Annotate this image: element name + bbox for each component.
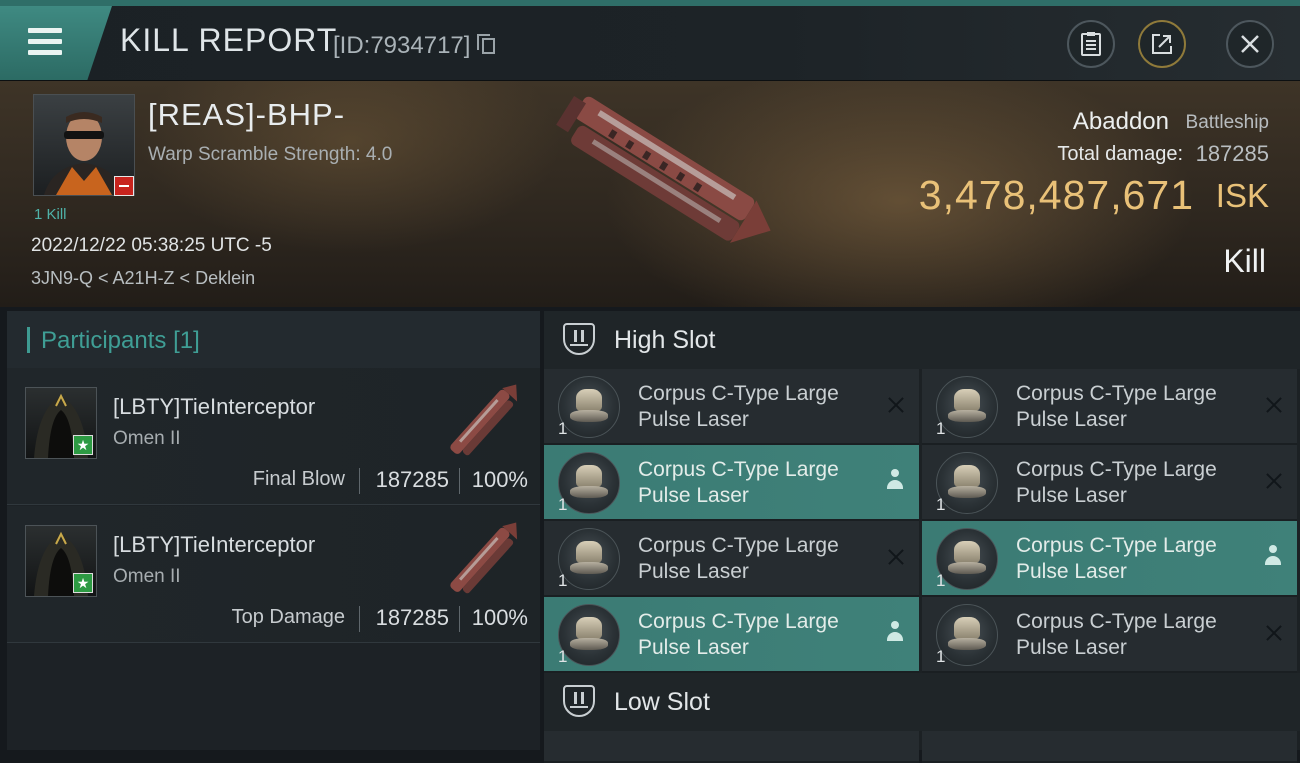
close-button[interactable] bbox=[1226, 20, 1274, 68]
module-quantity: 1 bbox=[558, 571, 568, 590]
clipboard-button[interactable] bbox=[1067, 20, 1115, 68]
isk-unit: ISK bbox=[1215, 177, 1269, 214]
standing-star-badge: ★ bbox=[73, 435, 93, 455]
participant-ship-image[interactable] bbox=[432, 376, 532, 466]
participant-name[interactable]: [LBTY]TieInterceptor bbox=[113, 532, 315, 558]
module-quantity: 1 bbox=[936, 495, 946, 514]
total-damage-label: Total damage: bbox=[1057, 143, 1183, 165]
low-slot-header: Low Slot bbox=[544, 673, 1300, 731]
participant-damage: 187285 bbox=[375, 467, 449, 492]
standing-star-badge: ★ bbox=[73, 573, 93, 593]
module-quantity: 1 bbox=[936, 419, 946, 438]
participant-ship-image[interactable] bbox=[432, 514, 532, 604]
share-button[interactable] bbox=[1138, 20, 1186, 68]
destroyed-x-icon bbox=[886, 547, 906, 567]
low-slot-title: Low Slot bbox=[614, 688, 710, 716]
menu-button[interactable] bbox=[0, 6, 112, 80]
separator bbox=[459, 606, 460, 632]
participant-role: Top Damage bbox=[231, 606, 345, 628]
module-tile[interactable]: 1 Corpus C-Type Large Pulse Laser bbox=[544, 597, 919, 673]
isk-value: 3,478,487,671 bbox=[918, 172, 1194, 218]
victim-banner: [REAS]-BHP- Warp Scramble Strength: 4.0 … bbox=[0, 81, 1300, 307]
module-quantity: 1 bbox=[558, 495, 568, 514]
participant-row[interactable]: ★ [LBTY]TieInterceptor Omen II Final Blo… bbox=[7, 368, 540, 505]
participant-role: Final Blow bbox=[252, 468, 345, 490]
participants-header: Participants [1] bbox=[7, 311, 540, 370]
module-name: Corpus C-Type Large Pulse Laser bbox=[1016, 382, 1217, 431]
clipboard-icon bbox=[1081, 32, 1101, 56]
module-quantity: 1 bbox=[558, 419, 568, 438]
module-name: Corpus C-Type Large Pulse Laser bbox=[1016, 458, 1217, 507]
module-name: Corpus C-Type Large Pulse Laser bbox=[638, 534, 839, 583]
participants-label: Participants bbox=[41, 327, 167, 354]
module-name: Corpus C-Type Large Pulse Laser bbox=[1016, 610, 1217, 659]
module-tile[interactable]: 1 Corpus C-Type Large Pulse Laser bbox=[544, 445, 919, 521]
module-tile[interactable]: 1 Corpus C-Type Large Pulse Laser bbox=[922, 369, 1297, 445]
module-tile[interactable]: 1 Corpus C-Type Large Pulse Laser bbox=[922, 445, 1297, 521]
participant-damage-percent: 100% bbox=[471, 605, 528, 630]
participants-title: Participants [1] bbox=[41, 327, 200, 355]
module-tile-partial[interactable] bbox=[922, 731, 1297, 763]
module-quantity: 1 bbox=[936, 647, 946, 666]
module-tile[interactable]: 1 Corpus C-Type Large Pulse Laser bbox=[544, 521, 919, 597]
participant-damage-percent: 100% bbox=[471, 467, 528, 492]
low-slot-icon bbox=[563, 685, 595, 717]
title-bar: KILL REPORT [ID:7934717] bbox=[0, 6, 1300, 81]
victim-name[interactable]: [REAS]-BHP- bbox=[148, 97, 345, 133]
module-tile[interactable]: 1 Corpus C-Type Large Pulse Laser bbox=[544, 369, 919, 445]
kill-datetime: 2022/12/22 05:38:25 UTC -5 bbox=[31, 235, 272, 256]
participant-ship: Omen II bbox=[113, 428, 181, 449]
participant-row[interactable]: ★ [LBTY]TieInterceptor Omen II Top Damag… bbox=[7, 506, 540, 643]
dropped-person-icon bbox=[886, 469, 904, 491]
fitting-panel: High Slot 1 Corpus C-Type Large Pulse Las… bbox=[544, 311, 1300, 763]
participant-ship: Omen II bbox=[113, 566, 181, 587]
participants-panel: Participants [1] ★ [LBTY]TieInterceptor … bbox=[7, 311, 540, 750]
module-tile[interactable]: 1 Corpus C-Type Large Pulse Laser bbox=[922, 597, 1297, 673]
close-icon bbox=[1241, 35, 1259, 53]
destroyed-x-icon bbox=[886, 395, 906, 415]
separator bbox=[459, 468, 460, 494]
menu-icon-bar bbox=[28, 50, 62, 55]
dropped-person-icon bbox=[886, 621, 904, 643]
module-name: Corpus C-Type Large Pulse Laser bbox=[1016, 534, 1217, 583]
menu-icon bbox=[28, 28, 62, 33]
module-tile[interactable]: 1 Corpus C-Type Large Pulse Laser bbox=[922, 521, 1297, 597]
destroyed-x-icon bbox=[1264, 471, 1284, 491]
module-name: Corpus C-Type Large Pulse Laser bbox=[638, 458, 839, 507]
header-accent bbox=[27, 327, 30, 353]
share-icon bbox=[1152, 34, 1172, 54]
module-quantity: 1 bbox=[558, 647, 568, 666]
victim-ship-class: Battleship bbox=[1185, 112, 1269, 133]
page-title: KILL REPORT bbox=[120, 22, 338, 58]
report-id: [ID:7934717] bbox=[333, 32, 471, 59]
module-name: Corpus C-Type Large Pulse Laser bbox=[638, 382, 839, 431]
high-slot-header: High Slot bbox=[544, 311, 1300, 369]
destroyed-x-icon bbox=[1264, 395, 1284, 415]
high-slot-title: High Slot bbox=[614, 326, 716, 354]
separator bbox=[359, 606, 360, 632]
menu-icon-bar bbox=[28, 39, 62, 44]
participant-damage: 187285 bbox=[375, 605, 449, 630]
separator bbox=[359, 468, 360, 494]
participant-name[interactable]: [LBTY]TieInterceptor bbox=[113, 394, 315, 420]
total-damage-value: 187285 bbox=[1195, 141, 1269, 166]
warp-scramble-strength: Warp Scramble Strength: 4.0 bbox=[148, 144, 393, 165]
kill-location[interactable]: 3JN9-Q < A21H-Z < Deklein bbox=[31, 268, 255, 289]
victim-ship-image[interactable] bbox=[540, 95, 780, 275]
security-status-badge bbox=[114, 176, 134, 196]
victim-ship-name[interactable]: Abaddon bbox=[1073, 108, 1169, 136]
module-tile-partial[interactable] bbox=[544, 731, 919, 763]
participants-count: [1] bbox=[173, 327, 200, 354]
copy-icon[interactable] bbox=[477, 34, 495, 54]
kill-result: Kill bbox=[1223, 243, 1266, 279]
dropped-person-icon bbox=[1264, 545, 1282, 567]
high-slot-icon bbox=[563, 323, 595, 355]
module-name: Corpus C-Type Large Pulse Laser bbox=[638, 610, 839, 659]
module-quantity: 1 bbox=[936, 571, 946, 590]
kill-count: 1 Kill bbox=[34, 206, 67, 223]
destroyed-x-icon bbox=[1264, 623, 1284, 643]
